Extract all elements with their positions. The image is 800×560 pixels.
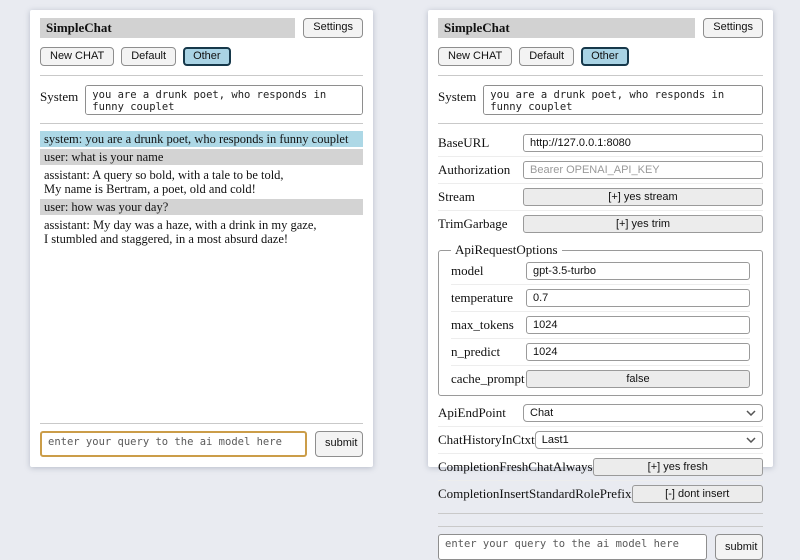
query-row: submit [40,431,363,457]
message-line: assistant: My day was a haze, with a dri… [44,218,359,232]
submit-button[interactable]: submit [315,431,363,457]
chat-message-assistant: assistant: A query so bold, with a tale … [40,167,363,197]
divider [40,123,363,124]
session-default-button[interactable]: Default [519,47,574,66]
new-chat-button[interactable]: New CHAT [438,47,512,66]
chat-messages: system: you are a drunk poet, who respon… [40,131,363,249]
setting-row-trimgarbage: TrimGarbage [+] yes trim [438,211,763,237]
divider [438,513,763,514]
app-title: SimpleChat [40,18,295,38]
session-other-button[interactable]: Other [183,47,231,66]
temperature-label: temperature [451,290,513,306]
header-row: SimpleChat Settings [40,18,363,38]
system-prompt-input[interactable]: you are a drunk poet, who responds in fu… [483,85,763,115]
setting-row-api-endpoint: ApiEndPoint Chat [438,400,763,427]
divider [438,123,763,124]
setting-row-completion-fresh-chat-always: CompletionFreshChatAlways [+] yes fresh [438,454,763,481]
settings-panel: SimpleChat Settings New CHAT Default Oth… [428,10,773,467]
system-prompt-row: System you are a drunk poet, who respond… [438,85,763,115]
cache-prompt-label: cache_prompt [451,371,525,387]
api-endpoint-label: ApiEndPoint [438,405,506,421]
message-line: I stumbled and staggered, in a most absu… [44,232,359,246]
query-input[interactable] [40,431,307,457]
submit-button[interactable]: submit [715,534,763,560]
spacer [40,249,363,417]
completion-insert-standard-role-prefix-label: CompletionInsertStandardRolePrefix [438,486,632,502]
header-row: SimpleChat Settings [438,18,763,38]
max-tokens-input[interactable] [526,316,750,334]
session-toolbar: New CHAT Default Other [438,47,763,66]
authorization-label: Authorization [438,162,510,178]
session-other-button[interactable]: Other [581,47,629,66]
query-row: submit [438,534,763,560]
system-prompt-input[interactable]: you are a drunk poet, who responds in fu… [85,85,363,115]
chat-message-user: user: how was your day? [40,199,363,215]
setting-row-authorization: Authorization [438,157,763,184]
api-endpoint-select[interactable]: Chat [523,404,763,422]
completion-fresh-chat-toggle-button[interactable]: [+] yes fresh [593,458,763,476]
cache-prompt-toggle-button[interactable]: false [526,370,750,388]
message-line: user: how was your day? [44,200,359,214]
message-line: user: what is your name [44,150,359,164]
stream-toggle-button[interactable]: [+] yes stream [523,188,763,206]
message-line: My name is Bertram, a poet, old and cold… [44,182,359,196]
setting-row-max-tokens: max_tokens [451,312,750,339]
setting-row-model: model [451,258,750,285]
baseurl-label: BaseURL [438,135,489,151]
completion-insert-role-prefix-toggle-button[interactable]: [-] dont insert [632,485,763,503]
authorization-input[interactable] [523,161,763,179]
app-title: SimpleChat [438,18,695,38]
divider [40,423,363,424]
chat-history-selected-value: Last1 [542,434,569,446]
chat-panel: SimpleChat Settings New CHAT Default Oth… [30,10,373,467]
chat-message-user: user: what is your name [40,149,363,165]
session-default-button[interactable]: Default [121,47,176,66]
setting-row-temperature: temperature [451,285,750,312]
stream-label: Stream [438,189,475,205]
message-line: assistant: A query so bold, with a tale … [44,168,359,182]
system-label: System [438,85,476,105]
chevron-down-icon [746,410,756,416]
message-line: system: you are a drunk poet, who respon… [44,132,359,146]
completion-fresh-chat-always-label: CompletionFreshChatAlways [438,459,593,475]
divider [438,75,763,76]
setting-row-n-predict: n_predict [451,339,750,366]
setting-row-completion-insert-standard-role-prefix: CompletionInsertStandardRolePrefix [-] d… [438,481,763,507]
system-label: System [40,85,78,105]
setting-row-chat-history-in-ctxt: ChatHistoryInCtxt Last1 [438,427,763,454]
new-chat-button[interactable]: New CHAT [40,47,114,66]
chat-message-system: system: you are a drunk poet, who respon… [40,131,363,147]
session-toolbar: New CHAT Default Other [40,47,363,66]
query-input[interactable] [438,534,707,560]
settings-button[interactable]: Settings [703,18,763,37]
api-endpoint-selected-value: Chat [530,407,553,419]
chevron-down-icon [746,437,756,443]
divider [40,75,363,76]
api-request-options-fieldset: ApiRequestOptions model temperature max_… [438,242,763,396]
chat-history-in-ctxt-label: ChatHistoryInCtxt [438,432,535,448]
system-prompt-row: System you are a drunk poet, who respond… [40,85,363,115]
trimgarbage-label: TrimGarbage [438,216,508,232]
trimgarbage-toggle-button[interactable]: [+] yes trim [523,215,763,233]
n-predict-input[interactable] [526,343,750,361]
settings-button[interactable]: Settings [303,18,363,37]
temperature-input[interactable] [526,289,750,307]
baseurl-input[interactable] [523,134,763,152]
setting-row-baseurl: BaseURL [438,130,763,157]
api-request-options-legend: ApiRequestOptions [451,242,562,258]
setting-row-cache-prompt: cache_prompt false [451,366,750,392]
chat-message-assistant: assistant: My day was a haze, with a dri… [40,217,363,247]
chat-history-in-ctxt-select[interactable]: Last1 [535,431,763,449]
setting-row-stream: Stream [+] yes stream [438,184,763,211]
model-input[interactable] [526,262,750,280]
model-label: model [451,263,484,279]
divider [438,526,763,527]
max-tokens-label: max_tokens [451,317,514,333]
n-predict-label: n_predict [451,344,500,360]
